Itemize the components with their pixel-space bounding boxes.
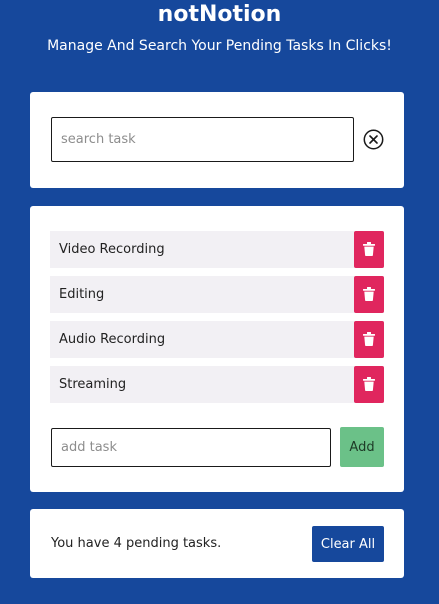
clear-all-button[interactable]: Clear All: [312, 526, 384, 562]
task-item: Streaming: [50, 366, 384, 403]
circle-x-icon[interactable]: [363, 129, 384, 150]
app-title: notNotion: [157, 2, 282, 27]
trash-icon: [363, 242, 375, 256]
delete-task-button[interactable]: [354, 276, 384, 313]
trash-icon: [363, 287, 375, 301]
task-item: Video Recording: [50, 231, 384, 268]
trash-icon: [363, 377, 375, 391]
search-input[interactable]: [51, 117, 354, 162]
delete-task-button[interactable]: [354, 321, 384, 358]
add-task-input[interactable]: [51, 428, 331, 467]
task-label: Audio Recording: [59, 332, 166, 347]
task-label: Video Recording: [59, 242, 165, 257]
trash-icon: [363, 332, 375, 346]
delete-task-button[interactable]: [354, 366, 384, 403]
add-task-button[interactable]: Add: [340, 427, 384, 467]
pending-count-text: You have 4 pending tasks.: [51, 536, 222, 551]
task-label: Editing: [59, 287, 105, 302]
task-item: Audio Recording: [50, 321, 384, 358]
app-subtitle: Manage And Search Your Pending Tasks In …: [47, 38, 392, 54]
task-label: Streaming: [59, 377, 127, 392]
footer-card: You have 4 pending tasks. Clear All: [30, 509, 404, 578]
tasks-card: Video Recording Editing Audio Recording: [30, 206, 404, 492]
search-card: [30, 92, 404, 188]
task-item: Editing: [50, 276, 384, 313]
delete-task-button[interactable]: [354, 231, 384, 268]
